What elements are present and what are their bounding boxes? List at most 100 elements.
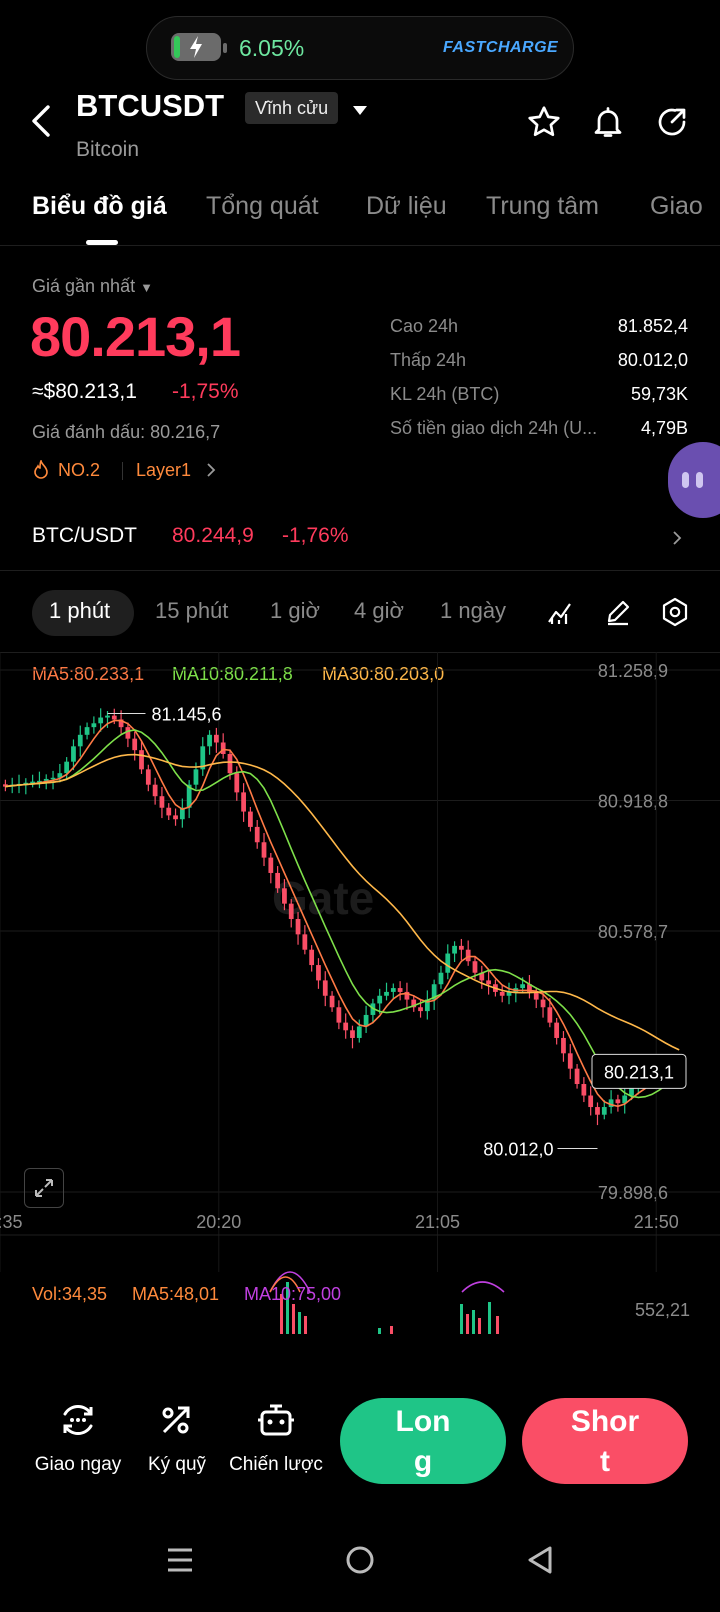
candle-body xyxy=(336,1007,342,1023)
chevron-right-icon[interactable] xyxy=(206,462,216,483)
candle-body xyxy=(615,1099,621,1104)
stat-label: Số tiền giao dịch 24h (U... xyxy=(390,418,598,438)
spot-pair[interactable]: BTC/USDT xyxy=(32,524,137,548)
candle-body xyxy=(220,742,226,755)
tab-center[interactable]: Trung tâm xyxy=(486,192,599,221)
candle-body xyxy=(377,995,383,1004)
nav-spot[interactable]: Giao ngay xyxy=(30,1454,126,1476)
timeframe-1m[interactable]: 1 phút xyxy=(49,598,110,624)
volume-legend: Vol:34,35 xyxy=(32,1284,108,1304)
candle-body xyxy=(207,734,212,747)
recent-apps-icon[interactable] xyxy=(166,1546,194,1579)
trade-icon[interactable] xyxy=(58,1400,98,1445)
stat-value: 80.012,0 xyxy=(617,350,688,370)
volume-ma5-legend: MA5:48,01 xyxy=(132,1284,220,1304)
candle-body xyxy=(105,715,110,718)
candle-body xyxy=(384,991,389,996)
volume-ma10-line xyxy=(461,1281,505,1293)
long-button[interactable]: Lon g xyxy=(340,1398,506,1484)
timeframe-4h[interactable]: 4 giờ xyxy=(354,598,404,624)
candle-body xyxy=(629,1087,634,1096)
x-axis-tick: 19:35 xyxy=(0,1212,23,1232)
nav-margin[interactable]: Ký quỹ xyxy=(140,1454,214,1476)
candle-body xyxy=(227,754,233,774)
volume-bar xyxy=(298,1312,301,1334)
x-axis-tick: 21:05 xyxy=(415,1212,460,1232)
mark-price: Giá đánh dấu: 80.216,7 xyxy=(32,422,221,442)
price-chart[interactable]: 81.258,980.918,880.578,779.898,680.238,7… xyxy=(0,652,720,1372)
tab-data[interactable]: Dữ liệu xyxy=(366,192,447,221)
candle-body xyxy=(254,826,260,843)
tab-price-chart[interactable]: Biểu đồ giá xyxy=(32,192,167,221)
candle-body xyxy=(390,988,396,992)
bell-icon[interactable] xyxy=(590,104,626,145)
candle-body xyxy=(540,999,546,1008)
timeframe-1h[interactable]: 1 giờ xyxy=(270,598,320,624)
current-price-label: 80.213,1 xyxy=(604,1062,674,1082)
nav-strategy[interactable]: Chiến lược xyxy=(228,1454,324,1476)
volume-bar xyxy=(488,1302,491,1334)
candle-body xyxy=(98,717,104,724)
share-icon[interactable] xyxy=(654,104,690,145)
candle-body xyxy=(166,807,172,816)
high-marker-label: 81.145,6 xyxy=(151,704,221,724)
settings-icon[interactable] xyxy=(661,597,689,632)
stat-label: Cao 24h xyxy=(390,316,459,336)
volume-bar xyxy=(466,1314,469,1334)
candle-body xyxy=(234,773,240,793)
category-tag[interactable]: Layer1 xyxy=(136,460,191,481)
candle-body xyxy=(499,991,505,996)
symbol-title[interactable]: BTCUSDT xyxy=(76,88,224,124)
y-axis-tick: 80.918,8 xyxy=(598,792,668,812)
candle-body xyxy=(132,738,138,751)
y-axis-tick: 81.258,9 xyxy=(598,661,668,681)
pencil-icon[interactable] xyxy=(604,598,632,631)
tab-bar: Biểu đồ giá Tổng quát Dữ liệu Trung tâm … xyxy=(0,186,720,246)
home-icon[interactable] xyxy=(346,1546,374,1579)
stat-value: 81.852,4 xyxy=(617,316,688,336)
star-icon[interactable] xyxy=(526,104,562,145)
timeframe-15m[interactable]: 15 phút xyxy=(155,598,228,624)
candle-body xyxy=(282,888,287,904)
assistant-float-button[interactable] xyxy=(668,442,720,518)
candle-body xyxy=(302,934,308,950)
flame-icon xyxy=(32,458,50,485)
fullscreen-icon[interactable] xyxy=(24,1168,64,1208)
candle-body xyxy=(350,1030,355,1038)
rank-tag[interactable]: NO.2 xyxy=(58,460,100,481)
tab-overview[interactable]: Tổng quát xyxy=(206,192,319,221)
candle-body xyxy=(213,734,219,743)
tab-trade[interactable]: Giao xyxy=(650,192,703,221)
contract-type-badge[interactable]: Vĩnh cửu xyxy=(245,92,339,124)
candle-body xyxy=(50,777,56,780)
candle-body xyxy=(458,945,464,950)
candle-body xyxy=(241,792,246,812)
last-price-label[interactable]: Giá gần nhất ▼ xyxy=(32,276,153,297)
candle-body xyxy=(588,1095,594,1108)
candle-body xyxy=(309,949,315,966)
volume-axis-tick: 552,21 xyxy=(634,1300,690,1320)
candle-body xyxy=(601,1107,607,1115)
candle-body xyxy=(71,746,76,762)
volume-bar xyxy=(292,1304,295,1334)
back-nav-icon[interactable] xyxy=(526,1546,554,1579)
timeframe-1d[interactable]: 1 ngày xyxy=(440,598,506,624)
candle-body xyxy=(567,1053,573,1069)
candle-body xyxy=(159,796,165,808)
short-button[interactable]: Shor t xyxy=(522,1398,688,1484)
bot-icon[interactable] xyxy=(256,1400,296,1445)
chevron-down-icon[interactable] xyxy=(352,104,368,122)
indicator-icon[interactable] xyxy=(546,598,574,631)
margin-icon[interactable] xyxy=(156,1400,196,1445)
candle-body xyxy=(295,919,301,935)
candle-body xyxy=(343,1022,349,1031)
candle-body xyxy=(397,988,403,992)
back-icon[interactable] xyxy=(28,104,56,143)
symbol-subtitle: Bitcoin xyxy=(76,138,140,161)
candle-body xyxy=(152,784,158,797)
stat-value: 59,73K xyxy=(630,384,688,404)
candle-body xyxy=(193,769,199,785)
candle-body xyxy=(275,872,281,889)
low-marker-label: 80.012,0 xyxy=(483,1139,553,1159)
chevron-right-icon[interactable] xyxy=(672,530,682,551)
